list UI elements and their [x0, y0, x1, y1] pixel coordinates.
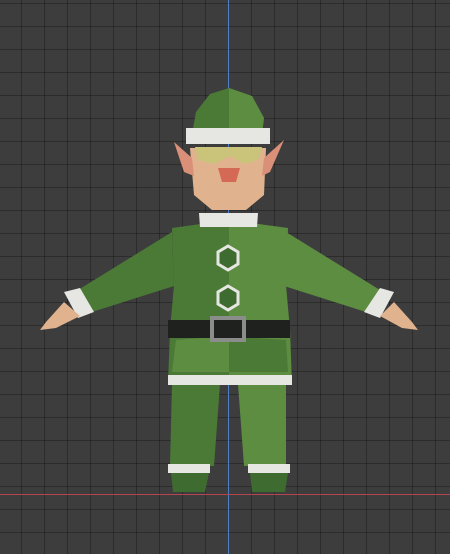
right-arm[interactable]: [284, 232, 418, 330]
head[interactable]: [174, 88, 284, 210]
belt: [168, 320, 290, 338]
3d-viewport[interactable]: [0, 0, 450, 554]
left-leg[interactable]: [168, 384, 220, 492]
top-button: [216, 244, 240, 272]
left-arm[interactable]: [40, 232, 174, 330]
left-ear: [174, 142, 194, 176]
right-ear: [262, 140, 284, 176]
elf-model[interactable]: [0, 0, 450, 554]
hat-brim: [186, 128, 270, 144]
torso[interactable]: [168, 213, 292, 385]
bottom-button: [216, 284, 240, 312]
right-leg[interactable]: [238, 384, 290, 492]
